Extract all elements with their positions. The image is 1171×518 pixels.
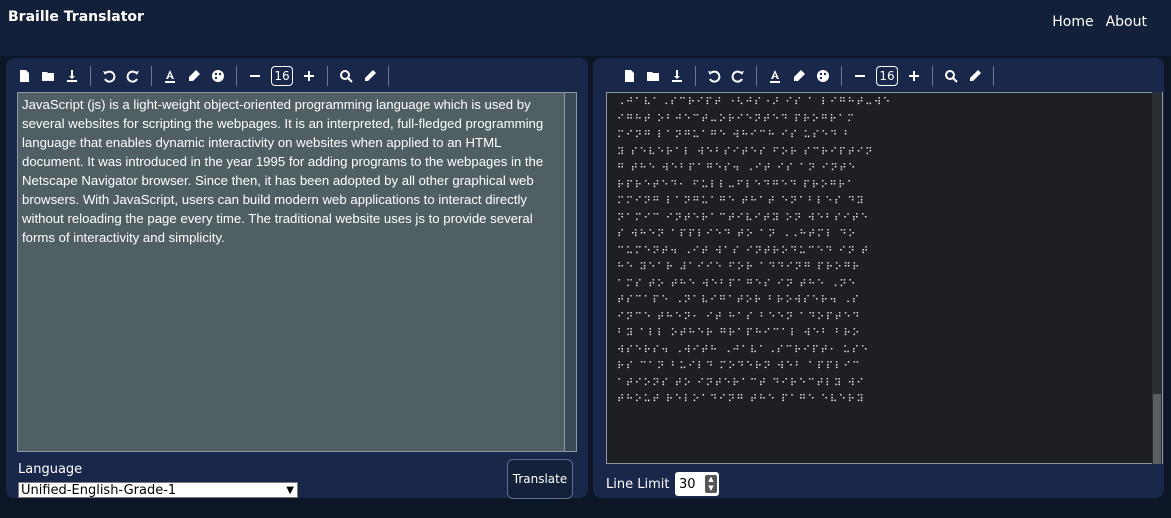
highlight-icon[interactable] bbox=[182, 64, 206, 88]
braille-line: ⠁⠍⠎ ⠞⠕ ⠞⠓⠑ ⠺⠑⠃⠏⠁⠛⠑⠎ ⠊⠝ ⠞⠓⠑ ⠠⠝⠑ bbox=[617, 278, 857, 290]
search-icon[interactable] bbox=[939, 64, 963, 88]
font-size-display[interactable]: 16 bbox=[271, 66, 293, 86]
decrease-font-icon[interactable] bbox=[243, 64, 267, 88]
font-color-icon[interactable] bbox=[158, 64, 182, 88]
increase-font-icon[interactable] bbox=[902, 64, 926, 88]
toolbar-divider bbox=[151, 66, 152, 86]
output-toolbar: 16 bbox=[617, 62, 1000, 90]
toolbar-divider bbox=[695, 66, 696, 86]
braille-line: ⠞⠎⠉⠁⠏⠑ ⠠⠝⠁⠧⠊⠛⠁⠞⠕⠗ ⠃⠗⠕⠺⠎⠑⠗⠲ ⠠⠎ bbox=[617, 295, 861, 306]
toolbar-divider bbox=[327, 66, 328, 86]
search-icon[interactable] bbox=[334, 64, 358, 88]
toolbar-divider bbox=[236, 66, 237, 86]
clear-icon[interactable] bbox=[358, 64, 382, 88]
braille-line: ⠃⠽ ⠁⠇⠇ ⠕⠞⠓⠑⠗ ⠛⠗⠁⠏⠓⠊⠉⠁⠇ ⠺⠑⠃ ⠃⠗⠕ bbox=[617, 328, 861, 339]
toolbar-divider bbox=[90, 66, 91, 86]
input-panel: 16 JavaScript (js) is a light-weight obj… bbox=[6, 58, 588, 499]
braille-line: ⠽ ⠎⠑⠧⠑⠗⠁⠇ ⠺⠑⠃⠎⠊⠞⠑⠎ ⠋⠕⠗ ⠎⠉⠗⠊⠏⠞⠊⠝ bbox=[617, 146, 874, 158]
braille-line: ⠎ ⠺⠓⠑⠝ ⠁⠏⠏⠇⠊⠑⠙ ⠞⠕ ⠁⠝ ⠠⠠⠓⠞⠍⠇ ⠙⠕ bbox=[617, 229, 857, 240]
increase-font-icon[interactable] bbox=[297, 64, 321, 88]
braille-output[interactable]: ⠠⠚⠁⠧⠁⠠⠎⠉⠗⠊⠏⠞ ⠐⠣⠚⠎⠐⠜ ⠊⠎ ⠁ ⠇⠊⠛⠓⠞⠤⠺⠑ ⠊⠛⠓⠞ ⠕… bbox=[606, 92, 1163, 464]
braille-line: ⠊⠝⠉⠑ ⠞⠓⠑⠝⠂ ⠊⠞ ⠓⠁⠎ ⠃⠑⠑⠝ ⠁⠙⠕⠏⠞⠑⠙ bbox=[617, 311, 861, 323]
nav-links: Home About bbox=[1052, 14, 1147, 30]
top-navbar: Braille Translator Home About bbox=[0, 0, 1171, 56]
download-icon[interactable] bbox=[60, 64, 84, 88]
braille-line: ⠉⠥⠍⠑⠝⠞⠲ ⠠⠊⠞ ⠺⠁⠎ ⠊⠝⠞⠗⠕⠙⠥⠉⠑⠙ ⠊⠝ ⠞ bbox=[617, 245, 870, 257]
decrease-font-icon[interactable] bbox=[848, 64, 872, 88]
braille-line: ⠝⠁⠍⠊⠉ ⠊⠝⠞⠑⠗⠁⠉⠞⠊⠧⠊⠞⠽ ⠕⠝ ⠺⠑⠃⠎⠊⠞⠑ bbox=[617, 212, 870, 224]
app-title[interactable]: Braille Translator bbox=[8, 9, 144, 25]
language-select[interactable]: Unified-English-Grade-1 ▼ bbox=[18, 482, 298, 498]
language-label: Language bbox=[18, 462, 83, 477]
palette-icon[interactable] bbox=[811, 64, 835, 88]
redo-icon[interactable] bbox=[121, 64, 145, 88]
input-textarea[interactable]: JavaScript (js) is a light-weight object… bbox=[17, 92, 565, 452]
line-limit-value: 30 bbox=[679, 476, 696, 492]
language-selected-value: Unified-English-Grade-1 bbox=[21, 483, 177, 498]
open-folder-icon[interactable] bbox=[36, 64, 60, 88]
redo-icon[interactable] bbox=[726, 64, 750, 88]
nav-home-link[interactable]: Home bbox=[1052, 14, 1093, 30]
open-folder-icon[interactable] bbox=[641, 64, 665, 88]
undo-icon[interactable] bbox=[702, 64, 726, 88]
braille-line: ⠛ ⠞⠓⠑ ⠺⠑⠃⠏⠁⠛⠑⠎⠲ ⠠⠊⠞ ⠊⠎ ⠁⠝ ⠊⠝⠞⠑ bbox=[617, 163, 857, 174]
braille-line: ⠠⠚⠁⠧⠁⠠⠎⠉⠗⠊⠏⠞ ⠐⠣⠚⠎⠐⠜ ⠊⠎ ⠁ ⠇⠊⠛⠓⠞⠤⠺⠑ bbox=[617, 97, 892, 108]
undo-icon[interactable] bbox=[97, 64, 121, 88]
braille-line: ⠞⠓⠕⠥⠞ ⠗⠑⠇⠕⠁⠙⠊⠝⠛ ⠞⠓⠑ ⠏⠁⠛⠑ ⠑⠧⠑⠗⠽ bbox=[617, 394, 866, 405]
braille-line: ⠍⠍⠊⠝⠛ ⠇⠁⠝⠛⠥⠁⠛⠑ ⠞⠓⠁⠞ ⠑⠝⠁⠃⠇⠑⠎ ⠙⠽ bbox=[617, 196, 866, 207]
toolbar-divider bbox=[388, 66, 389, 86]
braille-line: ⠍⠊⠝⠛ ⠇⠁⠝⠛⠥⠁⠛⠑ ⠺⠓⠊⠉⠓ ⠊⠎ ⠥⠎⠑⠙ ⠃ bbox=[617, 130, 853, 141]
braille-line: ⠁⠞⠊⠕⠝⠎ ⠞⠕ ⠊⠝⠞⠑⠗⠁⠉⠞ ⠙⠊⠗⠑⠉⠞⠇⠽ ⠺⠊ bbox=[617, 377, 866, 389]
spinner-arrows-icon[interactable]: ▲ ▼ bbox=[705, 475, 717, 493]
braille-line: ⠗⠎ ⠉⠁⠝ ⠃⠥⠊⠇⠙ ⠍⠕⠙⠑⠗⠝ ⠺⠑⠃ ⠁⠏⠏⠇⠊⠉ bbox=[617, 361, 861, 372]
clear-icon[interactable] bbox=[963, 64, 987, 88]
line-limit-input[interactable]: 30 ▲ ▼ bbox=[675, 472, 719, 496]
translate-button[interactable]: Translate bbox=[507, 459, 573, 499]
line-limit-label: Line Limit bbox=[606, 477, 670, 492]
font-color-icon[interactable] bbox=[763, 64, 787, 88]
braille-line: ⠊⠛⠓⠞ ⠕⠃⠚⠑⠉⠞⠤⠕⠗⠊⠑⠝⠞⠑⠙ ⠏⠗⠕⠛⠗⠁⠍ bbox=[617, 113, 856, 125]
output-scrollbar[interactable] bbox=[1152, 92, 1162, 464]
download-icon[interactable] bbox=[665, 64, 689, 88]
chevron-down-icon: ▼ bbox=[286, 485, 294, 496]
palette-icon[interactable] bbox=[206, 64, 230, 88]
input-scrollbar[interactable] bbox=[565, 92, 577, 452]
output-panel: 16 ⠠⠚⠁⠧⠁⠠⠎⠉⠗⠊⠏⠞ ⠐⠣⠚⠎⠐⠜ ⠊⠎ ⠁ ⠇⠊⠛⠓⠞⠤⠺⠑ ⠊⠛⠓… bbox=[593, 58, 1164, 498]
highlight-icon[interactable] bbox=[787, 64, 811, 88]
toolbar-divider bbox=[756, 66, 757, 86]
toolbar-divider bbox=[932, 66, 933, 86]
toolbar-divider bbox=[841, 66, 842, 86]
toolbar-divider bbox=[993, 66, 994, 86]
font-size-display[interactable]: 16 bbox=[876, 66, 898, 86]
input-toolbar: 16 bbox=[12, 62, 395, 90]
scrollbar-thumb[interactable] bbox=[1153, 394, 1161, 464]
new-file-icon[interactable] bbox=[617, 64, 641, 88]
braille-line: ⠓⠑ ⠽⠑⠁⠗ ⠼⠁⠊⠊⠑ ⠋⠕⠗ ⠁⠙⠙⠊⠝⠛ ⠏⠗⠕⠛⠗ bbox=[617, 262, 861, 273]
braille-line: ⠺⠎⠑⠗⠎⠲ ⠠⠺⠊⠞⠓ ⠠⠚⠁⠧⠁⠠⠎⠉⠗⠊⠏⠞⠂ ⠥⠎⠑ bbox=[617, 344, 870, 356]
nav-about-link[interactable]: About bbox=[1106, 14, 1147, 30]
braille-line: ⠗⠏⠗⠑⠞⠑⠙⠂ ⠋⠥⠇⠇⠤⠋⠇⠑⠙⠛⠑⠙ ⠏⠗⠕⠛⠗⠁ bbox=[617, 179, 856, 191]
new-file-icon[interactable] bbox=[12, 64, 36, 88]
